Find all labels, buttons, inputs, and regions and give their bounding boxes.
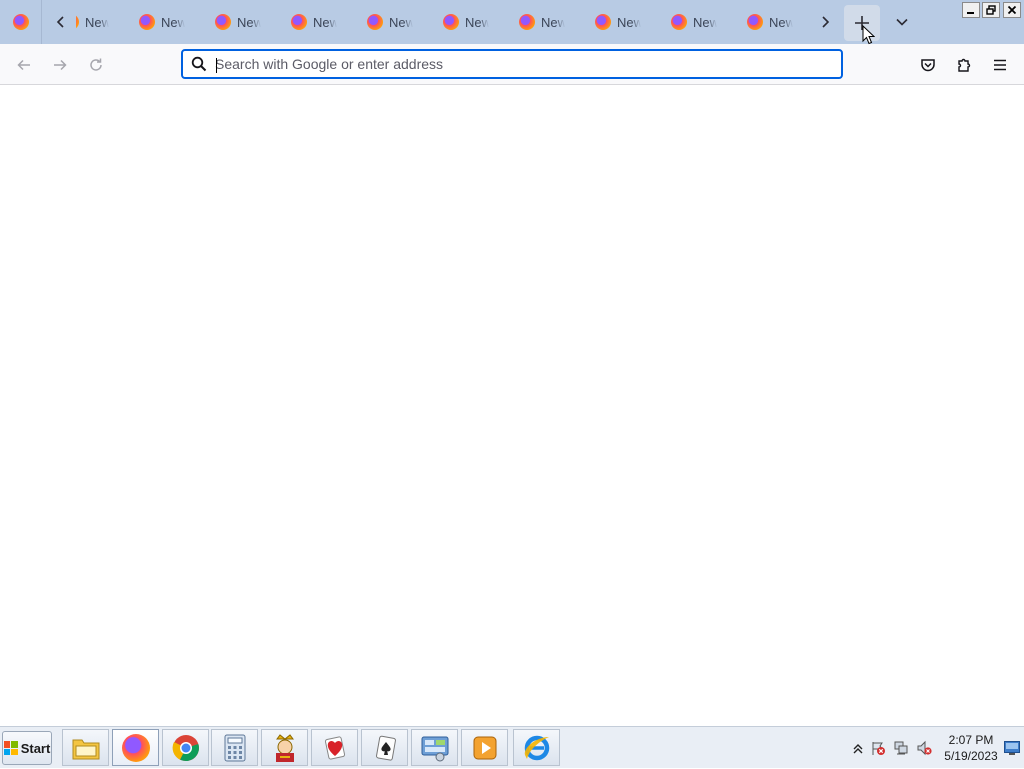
taskbar-media-player[interactable] — [461, 729, 508, 766]
action-center-flag-icon[interactable] — [870, 740, 886, 756]
minimize-button[interactable] — [962, 2, 980, 18]
tab-title: New Tab — [85, 15, 109, 30]
reload-icon — [90, 58, 102, 71]
scroll-tabs-right-button[interactable] — [811, 8, 839, 36]
arrow-left-icon — [17, 59, 30, 71]
firefox-icon — [519, 14, 535, 30]
arrow-right-icon — [54, 59, 67, 71]
restore-button[interactable] — [982, 2, 1000, 18]
firefox-icon — [76, 14, 79, 30]
extensions-button[interactable] — [950, 51, 978, 79]
firefox-icon — [121, 733, 150, 762]
save-to-pocket-button[interactable] — [914, 51, 942, 79]
clock-date: 5/19/2023 — [944, 749, 998, 763]
pinned-tab[interactable] — [0, 0, 42, 44]
show-hidden-icons-icon[interactable] — [850, 740, 866, 756]
taskbar-freecell[interactable] — [261, 729, 308, 766]
tab-title: New Tab — [161, 15, 185, 30]
text-caret — [216, 58, 217, 73]
firefox-icon — [291, 14, 307, 30]
windows-flag-icon — [3, 741, 18, 755]
chevron-left-icon — [56, 16, 64, 28]
firefox-icon — [215, 14, 231, 30]
tab[interactable]: New Tab — [747, 0, 810, 44]
address-input[interactable] — [215, 54, 815, 74]
firefox-icon — [747, 14, 763, 30]
minimize-icon — [967, 12, 974, 14]
firefox-icon — [139, 14, 155, 30]
hamburger-menu-icon — [994, 59, 1006, 71]
network-icon[interactable] — [893, 740, 909, 756]
taskbar-clock[interactable]: 2:07 PM 5/19/2023 — [938, 732, 1004, 764]
volume-muted-icon[interactable] — [916, 740, 932, 756]
tab-title: New Tab — [313, 15, 337, 30]
show-desktop-icon[interactable] — [1004, 741, 1020, 755]
taskbar-control-panel[interactable] — [411, 729, 458, 766]
chevron-right-icon — [822, 16, 830, 28]
tab-title: New Tab — [693, 15, 717, 30]
start-button[interactable]: Start — [2, 731, 52, 765]
taskbar: Start 2:07 PM 5/19/2023 — [0, 726, 1024, 768]
tab-title: New Tab — [541, 15, 565, 30]
calculator-icon — [224, 734, 245, 761]
firefox-icon — [443, 14, 459, 30]
chevron-down-icon — [896, 18, 908, 26]
king-card-icon — [275, 733, 294, 762]
firefox-icon — [367, 14, 383, 30]
list-all-tabs-button[interactable] — [888, 8, 916, 36]
page-content — [0, 85, 1024, 726]
taskbar-firefox[interactable] — [112, 729, 159, 766]
internet-explorer-icon — [524, 735, 549, 760]
close-window-button[interactable] — [1003, 2, 1021, 18]
taskbar-file-explorer[interactable] — [62, 729, 109, 766]
tab-list: New Tab New Tab New Tab New Tab New Tab New T… — [76, 0, 810, 44]
firefox-icon — [12, 14, 29, 30]
firefox-icon — [595, 14, 611, 30]
reload-button[interactable] — [82, 51, 110, 79]
taskbar-internet-explorer[interactable] — [513, 729, 560, 766]
back-button[interactable] — [10, 51, 38, 79]
close-icon — [1007, 5, 1017, 15]
application-menu-button[interactable] — [986, 51, 1014, 79]
clock-time: 2:07 PM — [948, 733, 994, 747]
pocket-icon — [921, 59, 935, 72]
navigation-toolbar — [0, 44, 1024, 85]
tab-title: New Tab — [389, 15, 413, 30]
start-label: Start — [20, 740, 51, 756]
search-icon — [191, 56, 207, 72]
puzzle-icon — [958, 58, 971, 72]
control-panel-icon — [421, 736, 448, 761]
chrome-icon — [172, 734, 199, 761]
spade-card-icon — [375, 735, 396, 761]
forward-button[interactable] — [46, 51, 74, 79]
mouse-pointer-icon — [862, 25, 875, 45]
restore-icon — [986, 5, 996, 15]
tab-title: New Tab — [617, 15, 641, 30]
tab-title: New Tab — [237, 15, 261, 30]
scroll-tabs-left-button[interactable] — [47, 8, 75, 36]
tab-title: New Tab — [769, 15, 793, 30]
media-player-icon — [473, 736, 496, 759]
address-bar[interactable] — [181, 49, 843, 79]
hearts-icon — [324, 735, 345, 760]
taskbar-calculator[interactable] — [211, 729, 258, 766]
taskbar-chrome[interactable] — [162, 729, 209, 766]
taskbar-spider-solitaire[interactable] — [361, 729, 408, 766]
taskbar-hearts[interactable] — [311, 729, 358, 766]
tab-title: New Tab — [465, 15, 489, 30]
folder-icon — [72, 739, 99, 759]
firefox-icon — [671, 14, 687, 30]
